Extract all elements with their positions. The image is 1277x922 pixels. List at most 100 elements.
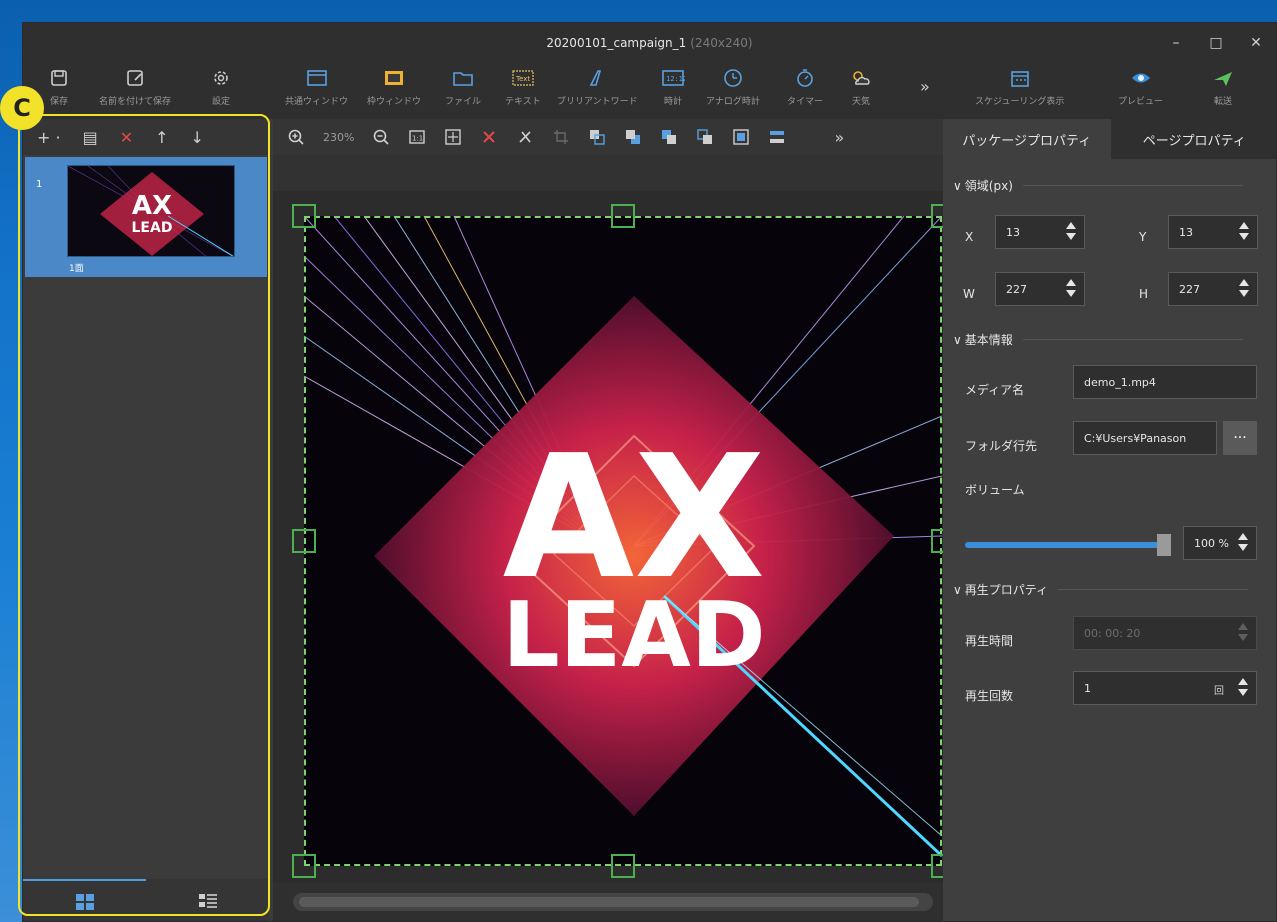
send-back-icon[interactable] xyxy=(696,128,714,146)
resize-handle-top[interactable] xyxy=(611,204,635,228)
chevron-down-icon: ∨ xyxy=(953,178,962,193)
text-button[interactable]: Text テキスト xyxy=(505,65,541,107)
resize-handle-top-left[interactable] xyxy=(292,204,316,228)
x-stepper[interactable]: 13 xyxy=(995,215,1085,249)
resize-handle-left[interactable] xyxy=(292,529,316,553)
canvas-size: (240x240) xyxy=(690,36,753,50)
resize-handle-bottom[interactable] xyxy=(611,854,635,878)
volume-label: ボリューム xyxy=(965,483,1025,497)
play-count-label: 再生回数 xyxy=(965,689,1014,703)
scrollbar-thumb[interactable] xyxy=(299,897,919,907)
increment-icon[interactable] xyxy=(1238,533,1248,540)
page-list-item[interactable]: 1 AX LEAD 1面 xyxy=(25,157,267,277)
resize-handle-bottom-left[interactable] xyxy=(292,854,316,878)
app-window: 20200101_campaign_1 (240x240) – □ ✕ 保存 名前… xyxy=(22,22,1277,922)
volume-slider-track[interactable] xyxy=(965,542,1165,548)
thumbnail-view-button[interactable] xyxy=(23,879,146,921)
y-stepper[interactable]: 13 xyxy=(1168,215,1258,249)
brilliant-word-button[interactable]: ブリリアントワード xyxy=(557,65,638,107)
minimize-button[interactable]: – xyxy=(1156,23,1196,63)
common-window-button[interactable]: 共通ウィンドウ xyxy=(285,65,348,107)
crop-icon[interactable] xyxy=(552,128,570,146)
settings-button[interactable]: 設定 xyxy=(211,65,231,107)
x-label: X xyxy=(965,230,974,244)
delete-item-icon[interactable] xyxy=(480,128,498,146)
section-playback[interactable]: ∨ 再生プロパティ xyxy=(953,581,1249,598)
section-area[interactable]: ∨ 領域(px) xyxy=(953,177,1243,194)
volume-stepper[interactable]: 100 % xyxy=(1183,526,1257,560)
move-up-button[interactable]: ↑ xyxy=(155,128,168,147)
delete-page-button[interactable]: ✕ xyxy=(120,128,133,147)
window-title: 20200101_campaign_1 (240x240) xyxy=(546,36,752,50)
preview-button[interactable]: プレビュー xyxy=(1118,65,1163,107)
analog-clock-icon xyxy=(722,65,744,91)
increment-icon[interactable] xyxy=(1238,678,1248,685)
cut-icon[interactable] xyxy=(516,128,534,146)
increment-icon[interactable] xyxy=(1066,279,1076,286)
title-bar: 20200101_campaign_1 (240x240) – □ ✕ xyxy=(23,23,1276,63)
property-tabs: パッケージプロパティ ページプロパティ xyxy=(943,119,1277,159)
frame-window-button[interactable]: 枠ウィンドウ xyxy=(367,65,421,107)
bring-forward-icon[interactable] xyxy=(624,128,642,146)
browse-folder-button[interactable]: ··· xyxy=(1223,421,1257,455)
play-count-stepper[interactable]: 1 回 xyxy=(1073,671,1257,705)
w-stepper[interactable]: 227 xyxy=(995,272,1085,306)
ribbon-more-button[interactable]: » xyxy=(920,77,930,96)
zoom-out-icon[interactable] xyxy=(372,128,390,146)
media-artwork: AX LEAD xyxy=(304,216,942,866)
decrement-icon[interactable] xyxy=(1066,233,1076,240)
decrement-icon[interactable] xyxy=(1239,290,1249,297)
decrement-icon[interactable] xyxy=(1066,290,1076,297)
grid-icon xyxy=(75,894,94,910)
maximize-button[interactable]: □ xyxy=(1196,23,1236,63)
send-backward-icon[interactable] xyxy=(660,128,678,146)
media-name-field[interactable]: demo_1.mp4 xyxy=(1073,365,1257,399)
zoom-in-icon[interactable] xyxy=(287,128,305,146)
ribbon-toolbar: 保存 名前を付けて保存 設定 共通ウィンドウ 枠ウィンドウ ファイル Text … xyxy=(23,63,1276,119)
section-basic-info[interactable]: ∨ 基本情報 xyxy=(953,331,1243,348)
move-down-button[interactable]: ↓ xyxy=(191,128,204,147)
tab-package-properties[interactable]: パッケージプロパティ xyxy=(943,119,1111,159)
send-icon xyxy=(1212,65,1234,91)
increment-icon[interactable] xyxy=(1239,279,1249,286)
h-stepper[interactable]: 227 xyxy=(1168,272,1258,306)
canvas-toolbar-more[interactable]: » xyxy=(834,128,844,147)
thumb-logo-top: AX xyxy=(132,191,172,221)
horizontal-scrollbar[interactable] xyxy=(273,883,943,921)
digital-clock-icon: 12:12 xyxy=(661,65,685,91)
file-button[interactable]: ファイル xyxy=(445,65,481,107)
folder-path-field[interactable]: C:¥Users¥Panason xyxy=(1073,421,1217,455)
bring-front-icon[interactable] xyxy=(588,128,606,146)
save-as-button[interactable]: 名前を付けて保存 xyxy=(99,65,171,107)
fit-frame-icon[interactable] xyxy=(732,128,750,146)
decrement-icon[interactable] xyxy=(1238,544,1248,551)
chevron-down-icon: ∨ xyxy=(953,582,962,597)
actual-size-icon[interactable]: 1:1 xyxy=(408,128,426,146)
volume-slider-knob[interactable] xyxy=(1157,534,1171,556)
folder-icon xyxy=(452,65,474,91)
increment-icon[interactable] xyxy=(1066,222,1076,229)
decrement-icon[interactable] xyxy=(1239,233,1249,240)
save-icon xyxy=(49,65,69,91)
weather-button[interactable]: 天気 xyxy=(849,65,873,107)
list-view-button[interactable] xyxy=(146,879,269,921)
decrement-icon[interactable] xyxy=(1238,689,1248,696)
edit-canvas[interactable]: AX LEAD xyxy=(273,191,955,883)
duration-label: 再生時間 xyxy=(965,634,1014,648)
gear-icon xyxy=(211,65,231,91)
duplicate-page-button[interactable]: ▤ xyxy=(83,128,98,147)
fit-screen-icon[interactable] xyxy=(444,128,462,146)
timer-button[interactable]: タイマー xyxy=(787,65,823,107)
close-button[interactable]: ✕ xyxy=(1236,23,1276,63)
schedule-view-button[interactable]: スケジューリング表示 xyxy=(975,65,1064,107)
transfer-button[interactable]: 転送 xyxy=(1212,65,1234,107)
tab-page-properties[interactable]: ページプロパティ xyxy=(1111,119,1277,159)
increment-icon[interactable] xyxy=(1239,222,1249,229)
clock-button[interactable]: 12:12 時計 xyxy=(661,65,685,107)
align-icon[interactable] xyxy=(768,128,786,146)
properties-panel: パッケージプロパティ ページプロパティ ∨ 領域(px) X 13 Y 13 W … xyxy=(943,119,1277,921)
duration-stepper[interactable]: 00: 00: 20 xyxy=(1073,616,1257,650)
add-page-button[interactable]: + · xyxy=(37,128,61,147)
analog-clock-button[interactable]: アナログ時計 xyxy=(706,65,760,107)
save-button[interactable]: 保存 xyxy=(49,65,69,107)
